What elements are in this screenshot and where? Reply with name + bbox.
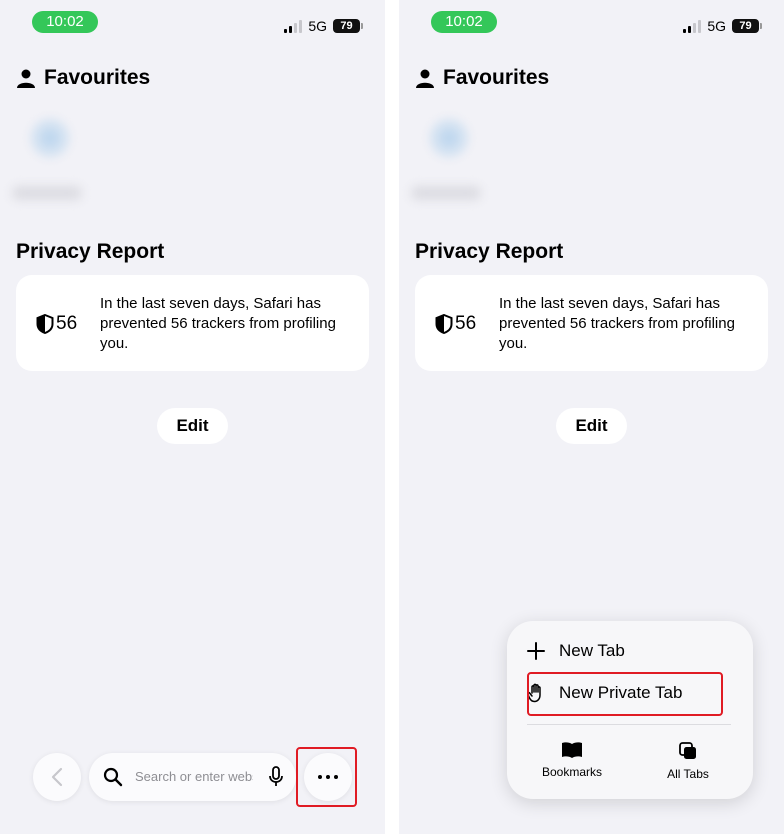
favourite-item-icon[interactable]: [28, 116, 72, 160]
privacy-report-card[interactable]: 56 In the last seven days, Safari has pr…: [16, 275, 369, 371]
signal-icon: [284, 19, 303, 33]
battery-icon: 79: [333, 19, 363, 33]
all-tabs-label: All Tabs: [667, 767, 709, 781]
privacy-report-card[interactable]: 56 In the last seven days, Safari has pr…: [415, 275, 768, 371]
signal-icon: [683, 19, 702, 33]
all-tabs-button[interactable]: All Tabs: [643, 741, 733, 781]
tracker-count: 56: [36, 313, 77, 335]
new-private-tab-highlight: [527, 672, 723, 716]
safari-start-page-right: 10:02 5G 79 Favourites Privacy Report 56…: [399, 0, 784, 834]
plus-icon: [527, 642, 545, 660]
tracker-count-value: 56: [56, 313, 78, 334]
favourites-title: Favourites: [44, 66, 151, 89]
status-time: 10:02: [431, 11, 497, 33]
favourites-header: Favourites: [415, 66, 549, 90]
privacy-message: In the last seven days, Safari has preve…: [499, 295, 735, 352]
bookmarks-button[interactable]: Bookmarks: [527, 741, 617, 779]
battery-icon: 79: [732, 19, 762, 33]
network-type: 5G: [707, 18, 726, 34]
shield-icon: [435, 314, 453, 334]
person-icon: [17, 69, 35, 88]
shield-icon: [36, 314, 54, 334]
person-icon: [416, 69, 434, 88]
edit-button[interactable]: Edit: [556, 408, 627, 444]
favourite-item-label: [411, 186, 481, 200]
edit-button[interactable]: Edit: [157, 408, 228, 444]
more-button-highlight: [296, 747, 357, 807]
network-type: 5G: [308, 18, 327, 34]
tracker-count-value: 56: [455, 313, 477, 334]
microphone-icon[interactable]: [268, 766, 284, 788]
privacy-report-title: Privacy Report: [16, 240, 165, 263]
new-tab-menu-item[interactable]: New Tab: [527, 633, 727, 669]
search-icon: [103, 767, 123, 787]
favourites-title: Favourites: [443, 66, 550, 89]
status-indicators: 5G 79: [284, 16, 363, 36]
tabs-icon: [679, 742, 696, 759]
new-tab-label: New Tab: [559, 641, 625, 660]
bookmarks-label: Bookmarks: [541, 765, 603, 779]
favourite-item-icon[interactable]: [427, 116, 471, 160]
back-button[interactable]: [33, 753, 81, 801]
status-time: 10:02: [32, 11, 98, 33]
back-chevron-icon: [51, 767, 63, 787]
privacy-report-title: Privacy Report: [415, 240, 564, 263]
menu-divider: [527, 724, 731, 725]
privacy-message: In the last seven days, Safari has preve…: [100, 295, 336, 352]
status-indicators: 5G 79: [683, 16, 762, 36]
address-bar[interactable]: Search or enter website name: [89, 753, 296, 801]
tracker-count: 56: [435, 313, 476, 335]
book-icon: [562, 742, 582, 758]
safari-start-page-left: 10:02 5G 79 Favourites Privacy Report 56…: [0, 0, 385, 834]
favourite-item-label: [12, 186, 82, 200]
search-input[interactable]: Search or enter website name: [135, 769, 253, 784]
favourites-header: Favourites: [16, 66, 150, 90]
